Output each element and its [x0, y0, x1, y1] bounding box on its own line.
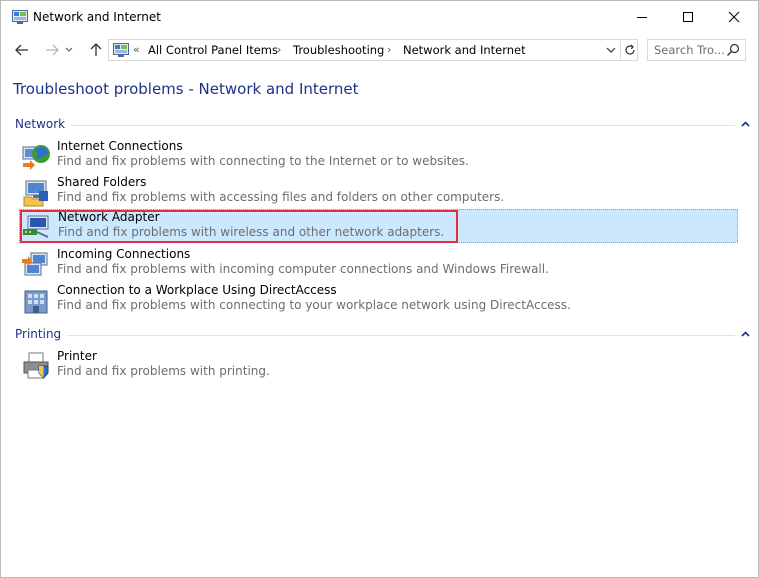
breadcrumb-all-control-panel-items[interactable]: All Control Panel Items: [148, 43, 278, 57]
shared-folder-icon: [23, 180, 48, 207]
list-item-internet-connections[interactable]: Internet Connections Find and fix proble…: [19, 139, 738, 173]
group-header-printing: Printing: [15, 327, 751, 343]
breadcrumb-separator[interactable]: ›: [277, 43, 281, 56]
item-description: Find and fix problems with wireless and …: [58, 225, 445, 239]
arrow-left-icon: [15, 44, 28, 56]
item-description: Find and fix problems with connecting to…: [57, 298, 571, 312]
internet-globe-icon: [22, 145, 50, 170]
item-description: Find and fix problems with incoming comp…: [57, 262, 549, 276]
search-input[interactable]: Search Tro...: [654, 43, 725, 57]
item-description: Find and fix problems with accessing fil…: [57, 190, 505, 204]
workplace-building-icon: [24, 290, 48, 314]
group-collapse-button[interactable]: [739, 329, 751, 339]
page-title: Troubleshoot problems - Network and Inte…: [13, 80, 359, 98]
incoming-connections-icon: [22, 252, 48, 276]
address-dropdown-button[interactable]: [603, 41, 619, 59]
list-item-network-adapter[interactable]: Network Adapter Find and fix problems wi…: [19, 209, 738, 243]
list-item-printer[interactable]: Printer Find and fix problems with print…: [19, 349, 738, 383]
refresh-icon: [624, 44, 635, 55]
up-button[interactable]: [85, 40, 107, 60]
control-panel-icon: [113, 43, 129, 57]
control-panel-window: Network and Internet « All Control Panel…: [0, 0, 759, 578]
group-label-network: Network: [15, 117, 72, 131]
item-description: Find and fix problems with connecting to…: [57, 154, 469, 168]
group-divider: [65, 125, 735, 126]
chevron-down-icon: [65, 47, 73, 52]
maximize-button[interactable]: [665, 1, 711, 33]
refresh-button[interactable]: [620, 41, 638, 59]
chevron-down-icon: [606, 47, 616, 53]
navigation-bar: « All Control Panel Items › Troubleshoot…: [1, 34, 758, 66]
close-button[interactable]: [711, 1, 757, 33]
item-title[interactable]: Incoming Connections: [57, 247, 190, 261]
list-item-shared-folders[interactable]: Shared Folders Find and fix problems wit…: [19, 175, 738, 209]
maximize-icon: [683, 12, 693, 22]
forward-button[interactable]: [41, 40, 63, 60]
title-bar[interactable]: Network and Internet: [1, 1, 758, 33]
chevron-up-icon: [740, 121, 750, 127]
item-description: Find and fix problems with printing.: [57, 364, 270, 378]
breadcrumb-network-and-internet[interactable]: Network and Internet: [403, 43, 526, 57]
address-bar[interactable]: « All Control Panel Items › Troubleshoot…: [108, 39, 638, 61]
network-adapter-icon: [23, 215, 49, 238]
item-title[interactable]: Printer: [57, 349, 97, 363]
group-label-printing: Printing: [15, 327, 68, 341]
printer-icon: [23, 352, 49, 379]
item-title[interactable]: Shared Folders: [57, 175, 146, 189]
item-title[interactable]: Network Adapter: [58, 210, 160, 224]
chevron-up-icon: [740, 331, 750, 337]
minimize-button[interactable]: [619, 1, 665, 33]
arrow-up-icon: [90, 43, 102, 56]
list-item-directaccess[interactable]: Connection to a Workplace Using DirectAc…: [19, 283, 738, 317]
group-collapse-button[interactable]: [739, 119, 751, 129]
control-panel-icon: [12, 10, 28, 24]
close-icon: [728, 11, 740, 23]
breadcrumb-separator[interactable]: ›: [387, 43, 391, 56]
breadcrumb-troubleshooting[interactable]: Troubleshooting: [293, 43, 384, 57]
window-title: Network and Internet: [33, 10, 161, 24]
item-title[interactable]: Connection to a Workplace Using DirectAc…: [57, 283, 337, 297]
recent-locations-button[interactable]: [62, 40, 76, 60]
breadcrumb-overflow[interactable]: «: [133, 43, 140, 56]
search-icon[interactable]: [726, 43, 740, 57]
search-box[interactable]: Search Tro...: [647, 39, 746, 61]
item-title[interactable]: Internet Connections: [57, 139, 183, 153]
minimize-icon: [637, 17, 647, 18]
arrow-right-icon: [46, 44, 59, 56]
back-button[interactable]: [11, 40, 33, 60]
group-divider: [65, 335, 735, 336]
group-header-network: Network: [15, 117, 751, 133]
list-item-incoming-connections[interactable]: Incoming Connections Find and fix proble…: [19, 247, 738, 281]
